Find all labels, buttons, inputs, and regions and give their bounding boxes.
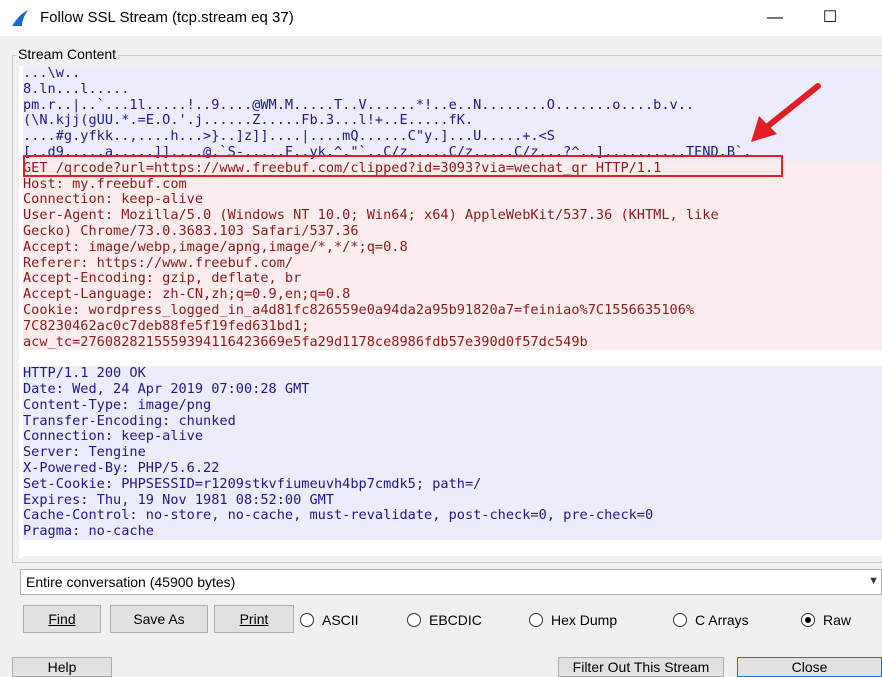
radio-ebcdic-circle[interactable] [407,613,421,627]
stream-line: Accept: image/webp,image/apng,image/*,*/… [23,239,882,256]
stream-line: Transfer-Encoding: chunked [23,413,882,430]
radio-raw[interactable]: Raw [801,611,851,629]
stream-line: Host: my.freebuf.com [23,176,882,193]
conversation-select-value: Entire conversation (45900 bytes) [26,574,236,590]
radio-c-arrays-circle[interactable] [673,613,687,627]
save-as-button-label: Save As [133,611,185,627]
stream-line: Pragma: no-cache [23,523,882,540]
print-button-label: Print [239,611,269,627]
stream-line: Referer: https://www.freebuf.com/ [23,255,882,272]
radio-ascii[interactable]: ASCII [300,611,359,629]
stream-line: Accept-Encoding: gzip, deflate, br [23,271,882,288]
annotation-arrow-icon [751,83,821,142]
title-bar: Follow SSL Stream (tcp.stream eq 37) — ☐ [0,0,882,36]
stream-line: Cache-Control: no-store, no-cache, must-… [23,508,882,525]
radio-c-arrays-label: C Arrays [695,612,749,628]
maximize-button[interactable]: ☐ [815,6,845,30]
stream-line: X-Powered-By: PHP/5.6.22 [23,460,882,477]
stream-line: Set-Cookie: PHPSESSID=r1209stkvfiumeuvh4… [23,476,882,493]
group-label: Stream Content [16,46,119,62]
save-as-button[interactable]: Save As [110,605,208,633]
chevron-down-icon[interactable]: ▼ [868,575,879,587]
window-title: Follow SSL Stream (tcp.stream eq 37) [40,9,294,26]
radio-ascii-label: ASCII [322,612,359,628]
close-button-label: Close [791,659,828,675]
stream-line: ... [23,555,882,558]
minimize-button[interactable]: — [760,6,790,30]
radio-ebcdic-label: EBCDIC [429,612,482,628]
stream-line: acw_tc=2760828215559394116423669e5fa29d1… [23,334,882,351]
stream-line: User-Agent: Mozilla/5.0 (Windows NT 10.0… [23,207,882,224]
help-button-label: Help [47,659,77,675]
find-button[interactable]: Find [23,605,101,633]
conversation-select[interactable]: Entire conversation (45900 bytes) ▼ [20,569,882,595]
wireshark-fin-icon [12,10,28,26]
stream-line: 7C8230462ac0c7deb88fe5f19fed631bd1; [23,318,882,335]
radio-raw-label: Raw [823,612,852,628]
find-button-label: Find [48,611,76,627]
annotation-highlight-box [23,155,783,177]
radio-ebcdic[interactable]: EBCDIC [407,611,482,629]
help-button[interactable]: Help [12,657,112,677]
radio-hex-dump-label: Hex Dump [551,612,618,628]
stream-line: Gecko) Chrome/73.0.3683.103 Safari/537.3… [23,223,882,240]
radio-raw-circle[interactable] [801,613,815,627]
stream-line: Server: Tengine [23,444,882,461]
close-button[interactable]: Close [737,657,882,677]
stream-line: HTTP/1.1 200 OK [23,365,882,382]
stream-line: Cookie: wordpress_logged_in_a4d81fc82655… [23,302,882,319]
stream-line: Expires: Thu, 19 Nov 1981 08:52:00 GMT [23,492,882,509]
stream-line: Connection: keep-alive [23,429,882,446]
filter-out-stream-button[interactable]: Filter Out This Stream [558,657,724,677]
radio-ascii-circle[interactable] [300,613,314,627]
stream-line [23,539,882,556]
radio-hex-dump-circle[interactable] [529,613,543,627]
stream-line: Content-Type: image/png [23,397,882,414]
print-button[interactable]: Print [214,605,294,633]
stream-line: Date: Wed, 24 Apr 2019 07:00:28 GMT [23,381,882,398]
stream-line: Accept-Language: zh-CN,zh;q=0.9,en;q=0.8 [23,286,882,303]
radio-hex-dump[interactable]: Hex Dump [529,611,617,629]
radio-c-arrays[interactable]: C Arrays [673,611,749,629]
stream-line [23,350,882,367]
filter-out-stream-button-label: Filter Out This Stream [572,659,710,675]
stream-line: Connection: keep-alive [23,192,882,209]
